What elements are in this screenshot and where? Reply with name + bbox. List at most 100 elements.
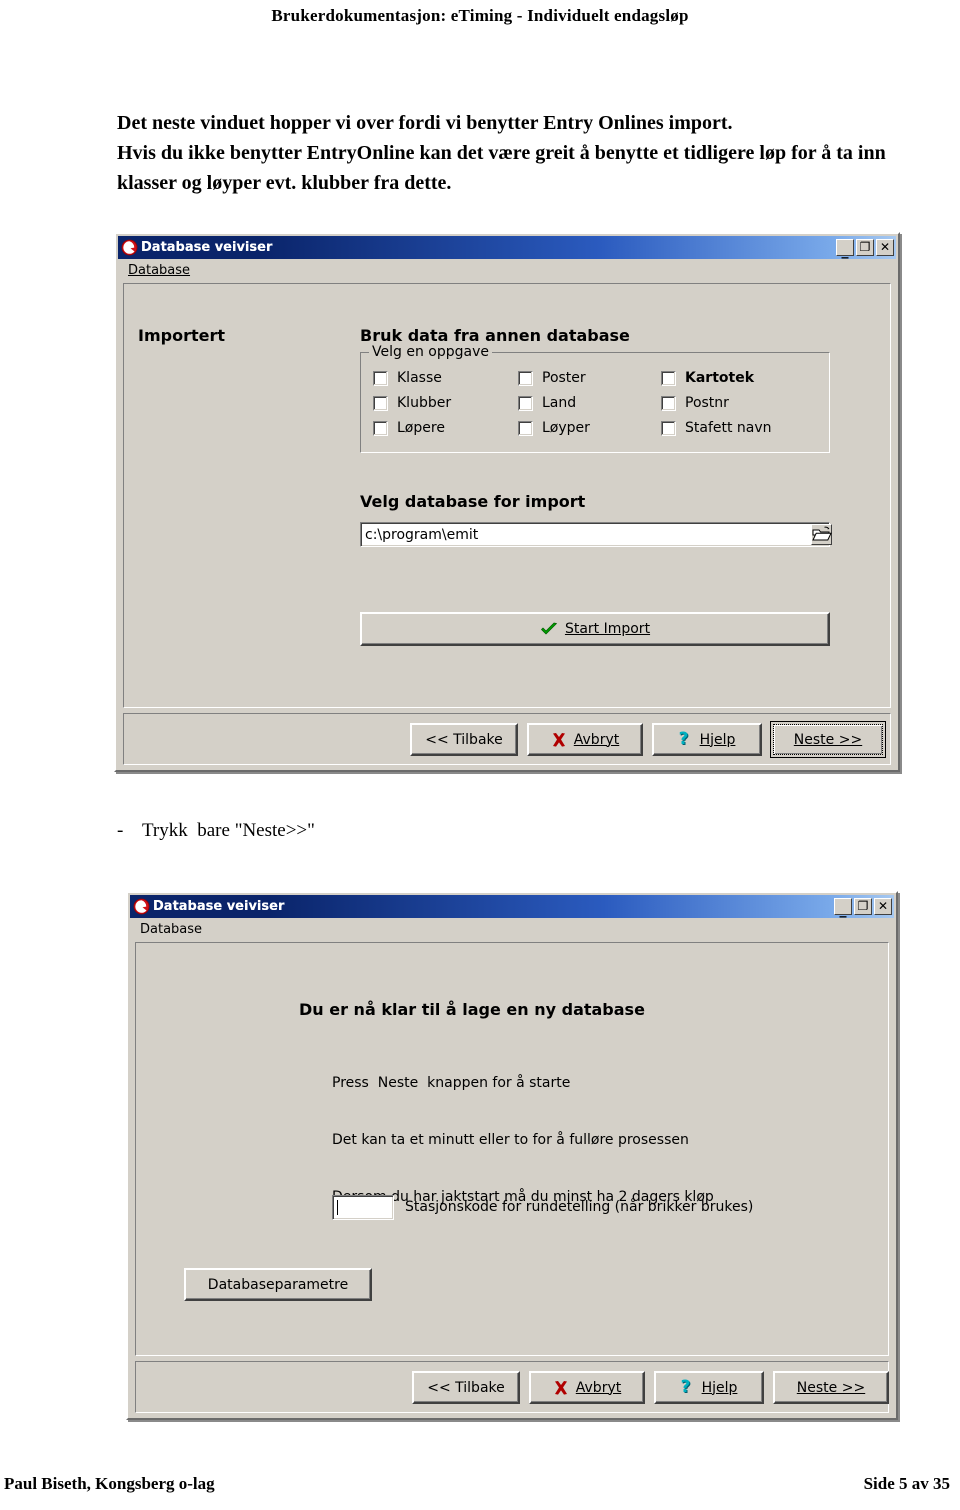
maximize-glyph-1: ❐ [859, 239, 871, 254]
app-logo-icon [121, 239, 138, 256]
text-caret [337, 1200, 338, 1215]
next-label-1: Neste >> [793, 731, 863, 748]
window-title-1: Database veiviser [141, 240, 273, 255]
checkbox-box-poster[interactable] [518, 370, 533, 386]
checkbox-label-klubber: Klubber [397, 395, 452, 411]
back-button-1[interactable]: << Tilbake [410, 723, 518, 756]
browse-folder-button[interactable] [811, 524, 832, 545]
red-x-icon-2 [554, 1380, 567, 1395]
dialog-footer-1: << Tilbake Avbryt ? Hjelp Neste >> [123, 713, 891, 765]
close-glyph-2: ✕ [877, 898, 889, 913]
database-wizard-window-1[interactable]: Database veiviser _ ❐ ✕ Database Importe… [114, 232, 900, 772]
station-code-input[interactable] [332, 1195, 394, 1220]
checkbox-label-land: Land [542, 395, 577, 411]
help-button-2[interactable]: ? Hjelp [654, 1371, 764, 1404]
checkbox-kartotek[interactable]: Kartotek [661, 370, 754, 386]
checkbox-land[interactable]: Land [518, 395, 576, 411]
checkbox-box-postnr[interactable] [661, 395, 676, 411]
database-parameters-button[interactable]: Databaseparametre [184, 1268, 372, 1301]
checkbox-label-stafett-navn: Stafett navn [685, 420, 772, 436]
menu-database-label-2: Database [140, 921, 203, 937]
title-bar-2[interactable]: Database veiviser _ ❐ ✕ [130, 895, 894, 918]
info-line-2: Det kan ta et minutt eller to for å full… [332, 1132, 689, 1148]
footer-page-number: Side 5 av 35 [863, 1474, 950, 1493]
checkbox-box-stafett-navn[interactable] [661, 420, 676, 436]
close-icon-2[interactable]: ✕ [874, 898, 892, 915]
database-wizard-window-2[interactable]: Database veiviser _ ❐ ✕ Database Du er n… [126, 891, 898, 1420]
checkbox-stafett-navn[interactable]: Stafett navn [661, 420, 772, 436]
database-parameters-label: Databaseparametre [207, 1276, 349, 1293]
back-button-2[interactable]: << Tilbake [412, 1371, 520, 1404]
checkbox-box-land[interactable] [518, 395, 533, 411]
importert-label: Importert [138, 326, 225, 345]
station-code-label: Stasjonskode for rundetelling (når brikk… [405, 1199, 754, 1215]
dialog-client-area-2: Du er nå klar til å lage en ny database … [135, 942, 889, 1356]
menu-bar-2[interactable]: Database [130, 918, 894, 940]
checkbox-klasse[interactable]: Klasse [373, 370, 442, 386]
database-path-input[interactable]: c:\program\emit [360, 522, 830, 547]
maximize-icon-2[interactable]: ❐ [854, 898, 872, 915]
minimize-glyph-2: _ [839, 901, 847, 918]
checkbox-klubber[interactable]: Klubber [373, 395, 451, 411]
question-mark-icon-2: ? [680, 1377, 691, 1397]
menu-item-database-2[interactable]: Database [136, 921, 206, 938]
app-logo-icon-2 [133, 898, 150, 915]
menu-item-database-1[interactable]: Database [124, 262, 194, 279]
maximize-icon-1[interactable]: ❐ [856, 239, 874, 256]
ready-heading: Du er nå klar til å lage en ny database [299, 1000, 645, 1019]
menu-database-label-1: Database [128, 262, 191, 278]
window-controls-2[interactable]: _ ❐ ✕ [834, 898, 892, 918]
start-import-label: Start Import [564, 621, 651, 637]
checkbox-label-loyper: Løyper [542, 420, 590, 436]
red-x-icon [552, 732, 565, 747]
close-glyph-1: ✕ [879, 239, 891, 254]
help-button-1[interactable]: ? Hjelp [652, 723, 762, 756]
checkbox-label-postnr: Postnr [685, 395, 729, 411]
paragraph-line-2: Hvis du ikke benytter EntryOnline kan de… [117, 142, 886, 164]
cancel-button-2[interactable]: Avbryt [529, 1371, 645, 1404]
back-label-1: << Tilbake [425, 731, 503, 748]
folder-open-icon [811, 526, 832, 541]
menu-bar-1[interactable]: Database [118, 259, 896, 281]
checkbox-postnr[interactable]: Postnr [661, 395, 729, 411]
checkbox-box-klasse[interactable] [373, 370, 388, 386]
paragraph-line-1: Det neste vinduet hopper vi over fordi v… [117, 112, 733, 134]
checkbox-poster[interactable]: Poster [518, 370, 586, 386]
cancel-label-1: Avbryt [573, 731, 620, 748]
next-button-2[interactable]: Neste >> [773, 1371, 889, 1404]
checkbox-label-klasse: Klasse [397, 370, 442, 386]
checkbox-loyper[interactable]: Løyper [518, 420, 590, 436]
groupbox-title-velg-oppgave: Velg en oppgave [369, 344, 492, 360]
next-button-1[interactable]: Neste >> [770, 721, 886, 758]
section-title-bruk-data: Bruk data fra annen database [360, 326, 630, 345]
document-header: Brukerdokumentasjon: eTiming - Individue… [271, 6, 689, 25]
window-controls-1[interactable]: _ ❐ ✕ [836, 239, 894, 258]
minimize-icon-1[interactable]: _ [836, 239, 854, 258]
checkbox-lopere[interactable]: Løpere [373, 420, 445, 436]
maximize-glyph-2: ❐ [857, 898, 869, 913]
velg-oppgave-groupbox: Velg en oppgave Klasse Klubber Løpere Po… [360, 344, 830, 453]
checkbox-box-loyper[interactable] [518, 420, 533, 436]
instruction-note: - Trykk bare "Neste>>" [117, 820, 315, 841]
paragraph-line-3: klasser og løyper evt. klubber fra dette… [117, 172, 452, 194]
checkbox-box-kartotek[interactable] [661, 370, 676, 386]
cancel-label-2: Avbryt [575, 1379, 622, 1396]
cancel-button-1[interactable]: Avbryt [527, 723, 643, 756]
next-focus-rect-1: Neste >> [773, 724, 883, 755]
help-label-2: Hjelp [701, 1379, 738, 1396]
back-label-2: << Tilbake [427, 1379, 505, 1396]
checkbox-box-klubber[interactable] [373, 395, 388, 411]
next-label-2: Neste >> [796, 1379, 866, 1396]
minimize-icon-2[interactable]: _ [834, 898, 852, 918]
database-path-value: c:\program\emit [365, 526, 479, 543]
body-paragraph: Det neste vinduet hopper vi over fordi v… [117, 108, 955, 198]
start-import-button[interactable]: Start Import [360, 612, 830, 646]
info-line-1: Press Neste knappen for å starte [332, 1075, 571, 1091]
title-bar-1[interactable]: Database veiviser _ ❐ ✕ [118, 236, 896, 259]
window-title-2: Database veiviser [153, 899, 285, 914]
velg-database-label: Velg database for import [360, 492, 586, 511]
close-icon-1[interactable]: ✕ [876, 239, 894, 256]
checkbox-box-lopere[interactable] [373, 420, 388, 436]
checkbox-label-poster: Poster [542, 370, 586, 386]
checkbox-label-lopere: Løpere [397, 420, 445, 436]
